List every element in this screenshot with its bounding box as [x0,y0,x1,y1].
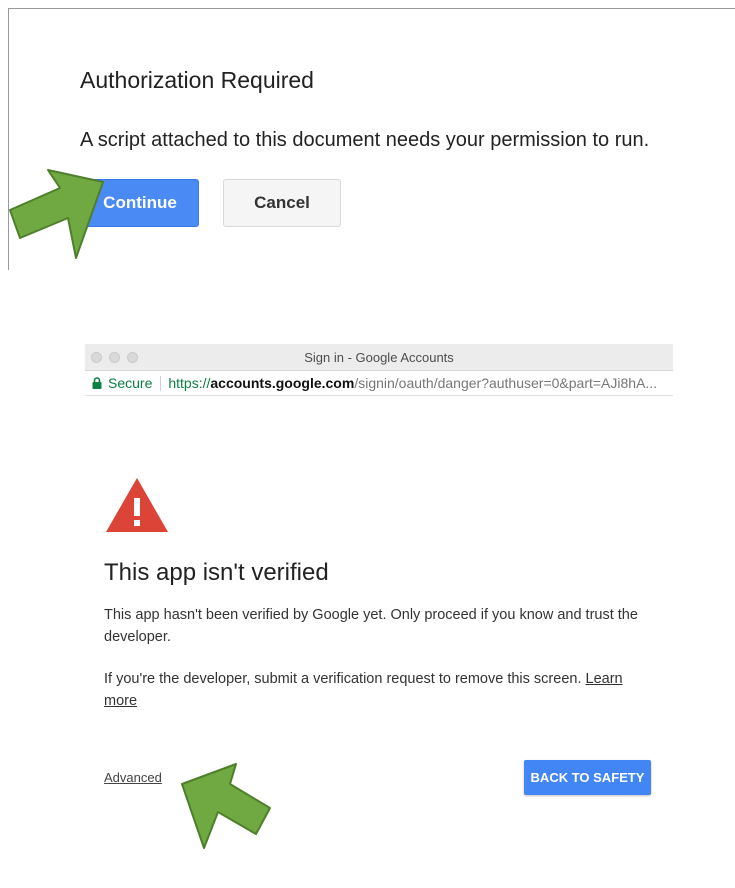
back-to-safety-button[interactable]: BACK TO SAFETY [524,760,651,795]
screenshot: Authorization Required A script attached… [0,0,735,888]
address-divider [160,375,162,391]
unverified-description: This app hasn't been verified by Google … [104,607,638,645]
dialog-message: A script attached to this document needs… [80,129,650,151]
unverified-app-page: This app isn't verified This app hasn't … [85,396,673,888]
window-title: Sign in - Google Accounts [304,350,454,365]
advanced-link[interactable]: Advanced [104,770,162,785]
green-arrow-icon [181,763,271,849]
browser-window: Sign in - Google Accounts Secure https:/… [85,344,673,888]
green-arrow-icon [9,169,104,259]
developer-note-text: If you're the developer, submit a verifi… [104,671,586,687]
window-titlebar: Sign in - Google Accounts [85,344,673,371]
warning-triangle-icon [106,478,168,532]
developer-note: If you're the developer, submit a verifi… [104,668,654,712]
cancel-button[interactable]: Cancel [223,179,341,227]
address-bar[interactable]: Secure https://accounts.google.com/signi… [85,371,673,396]
url-host: accounts.google.com [210,375,355,391]
page-title: This app isn't verified [104,559,329,586]
url-scheme: https:// [168,375,211,391]
dialog-title: Authorization Required [80,67,314,93]
lock-icon [92,377,102,389]
url-path: /signin/oauth/danger?authuser=0&part=AJi… [354,375,658,391]
secure-label: Secure [108,375,153,391]
